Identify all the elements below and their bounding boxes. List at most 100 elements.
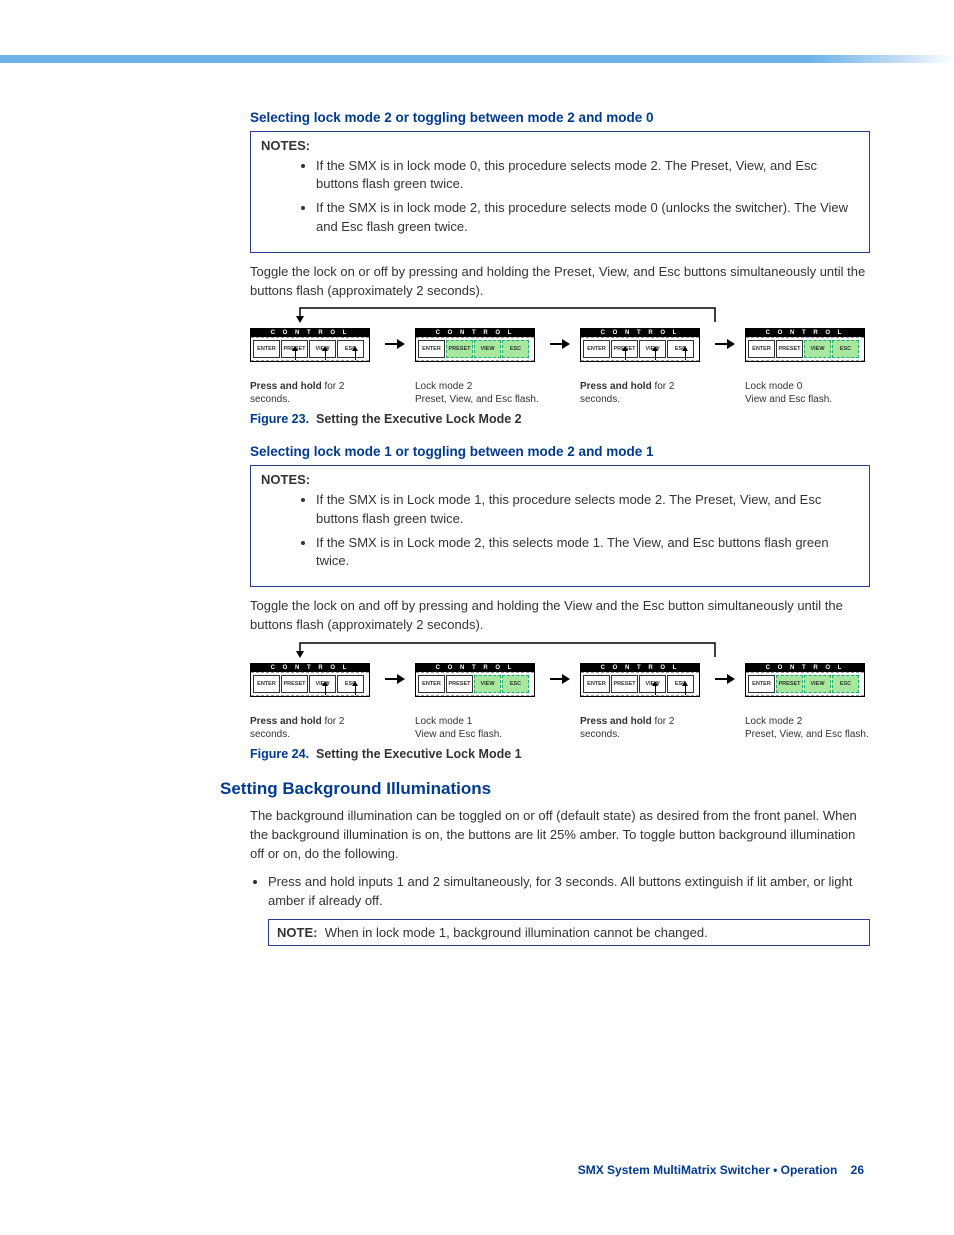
header-gradient-bar [0, 55, 954, 63]
control-label: C O N T R O L [746, 664, 864, 672]
section3-bullet-list: Press and hold inputs 1 and 2 simultaneo… [250, 873, 870, 911]
right-arrow-icon [550, 338, 570, 350]
panel-button-esc: ESC [832, 675, 859, 693]
note-text: When in lock mode 1, background illumina… [325, 925, 708, 940]
section3-note-box: NOTE: When in lock mode 1, background il… [268, 919, 870, 946]
note-item: If the SMX is in lock mode 0, this proce… [316, 157, 859, 193]
panel-button-view: VIEW [474, 675, 501, 693]
panel-button-view: VIEW [474, 340, 501, 358]
page-content: Selecting lock mode 2 or toggling betwee… [250, 110, 870, 946]
up-arrow-icon [685, 350, 686, 360]
up-arrow-icon [355, 350, 356, 360]
return-arrow-icon [300, 643, 720, 659]
figure24-diagram: C O N T R O LENTERPRESETVIEWESCPress and… [250, 645, 870, 741]
note-item: If the SMX is in lock mode 2, this proce… [316, 199, 859, 235]
diagram-step: C O N T R O LENTERPRESETVIEWESCPress and… [580, 328, 705, 406]
bullet-item: Press and hold inputs 1 and 2 simultaneo… [268, 873, 870, 911]
section2-heading: Selecting lock mode 1 or toggling betwee… [250, 444, 870, 459]
right-arrow-icon [385, 673, 405, 685]
note-item: If the SMX is in Lock mode 1, this proce… [316, 491, 859, 527]
section1-paragraph: Toggle the lock on or off by pressing an… [250, 263, 870, 301]
figure23-caption: Figure 23. Setting the Executive Lock Mo… [250, 412, 870, 426]
right-arrow-icon [715, 673, 735, 685]
section3-paragraph: The background illumination can be toggl… [250, 807, 870, 864]
figure23-diagram: C O N T R O LENTERPRESETVIEWESCPress and… [250, 310, 870, 406]
step-caption: Press and hold for 2 seconds. [580, 380, 705, 406]
section1-notes-box: NOTES: If the SMX is in lock mode 0, thi… [250, 131, 870, 253]
button-row: ENTERPRESETVIEWESC [746, 337, 864, 361]
panel-button-preset: PRESET [776, 675, 803, 693]
button-row: ENTERPRESETVIEWESC [416, 337, 534, 361]
figure-title: Setting the Executive Lock Mode 2 [316, 412, 522, 426]
diagram-step: C O N T R O LENTERPRESETVIEWESCLock mode… [415, 328, 540, 406]
notes-list: If the SMX is in lock mode 0, this proce… [261, 157, 859, 236]
up-arrows-group [250, 350, 370, 366]
panel-button-view: VIEW [804, 340, 831, 358]
control-label: C O N T R O L [746, 329, 864, 337]
step-caption: Lock mode 1 View and Esc flash. [415, 715, 540, 741]
up-arrow-icon [685, 685, 686, 695]
diagram-step: C O N T R O LENTERPRESETVIEWESCLock mode… [745, 663, 870, 741]
up-arrow-icon [655, 350, 656, 360]
up-arrows-group [580, 350, 700, 366]
control-panel: C O N T R O LENTERPRESETVIEWESC [745, 663, 865, 697]
right-arrow-icon [550, 673, 570, 685]
control-label: C O N T R O L [416, 664, 534, 672]
control-label: C O N T R O L [251, 664, 369, 672]
right-arrow-icon [715, 338, 735, 350]
up-arrow-icon [355, 685, 356, 695]
up-arrows-group [250, 685, 370, 701]
control-panel: C O N T R O LENTERPRESETVIEWESC [415, 663, 535, 697]
panel-button-enter: ENTER [748, 675, 775, 693]
diagram-step: C O N T R O LENTERPRESETVIEWESC Lock mode… [415, 663, 540, 741]
page-footer: SMX System MultiMatrix Switcher • Operat… [578, 1163, 864, 1177]
control-label: C O N T R O L [251, 329, 369, 337]
up-arrow-icon [295, 350, 296, 360]
diagram-step: C O N T R O LENTERPRESETVIEWESCPress and… [250, 328, 375, 406]
panel-button-preset: PRESET [446, 340, 473, 358]
return-arrow-icon [300, 308, 720, 324]
page-number: 26 [851, 1163, 864, 1177]
panel-button-esc: ESC [502, 340, 529, 358]
control-panel: C O N T R O LENTERPRESETVIEWESC [745, 328, 865, 362]
step-caption: Lock mode 2 Preset, View, and Esc flash. [415, 380, 540, 406]
step-caption: Press and hold for 2 seconds. [250, 380, 375, 406]
button-row: ENTERPRESETVIEWESC [416, 672, 534, 696]
panel-button-preset: PRESET [446, 675, 473, 693]
figure24-caption: Figure 24. Setting the Executive Lock Mo… [250, 747, 870, 761]
control-label: C O N T R O L [416, 329, 534, 337]
figure-title: Setting the Executive Lock Mode 1 [316, 747, 522, 761]
up-arrow-icon [625, 350, 626, 360]
panel-button-view: VIEW [804, 675, 831, 693]
section2-paragraph: Toggle the lock on and off by pressing a… [250, 597, 870, 635]
section2-notes-box: NOTES: If the SMX is in Lock mode 1, thi… [250, 465, 870, 587]
step-caption: Lock mode 2 Preset, View, and Esc flash. [745, 715, 870, 741]
control-panel: C O N T R O LENTERPRESETVIEWESC [415, 328, 535, 362]
diagram-step: C O N T R O LENTERPRESETVIEWESCPress and… [580, 663, 705, 741]
right-arrow-icon [385, 338, 405, 350]
up-arrow-icon [325, 685, 326, 695]
section1-heading: Selecting lock mode 2 or toggling betwee… [250, 110, 870, 125]
section3-heading: Setting Background Illuminations [220, 779, 870, 799]
up-arrow-icon [325, 350, 326, 360]
panel-button-esc: ESC [832, 340, 859, 358]
panel-button-preset: PRESET [776, 340, 803, 358]
notes-label: NOTES: [261, 138, 859, 153]
panel-button-esc: ESC [502, 675, 529, 693]
up-arrows-group [580, 685, 700, 701]
button-row: ENTERPRESETVIEWESC [746, 672, 864, 696]
note-label: NOTE: [277, 925, 317, 940]
step-caption: Lock mode 0 View and Esc flash. [745, 380, 870, 406]
figure-number: Figure 24. [250, 747, 309, 761]
notes-label: NOTES: [261, 472, 859, 487]
diagram-step: C O N T R O LENTERPRESETVIEWESCPress and… [250, 663, 375, 741]
footer-text: SMX System MultiMatrix Switcher • Operat… [578, 1163, 838, 1177]
control-label: C O N T R O L [581, 664, 699, 672]
up-arrow-icon [655, 685, 656, 695]
step-caption: Press and hold for 2 seconds. [250, 715, 375, 741]
panel-button-enter: ENTER [418, 340, 445, 358]
notes-list: If the SMX is in Lock mode 1, this proce… [261, 491, 859, 570]
step-caption: Press and hold for 2 seconds. [580, 715, 705, 741]
panel-button-enter: ENTER [748, 340, 775, 358]
diagram-step: C O N T R O LENTERPRESETVIEWESCLock mode… [745, 328, 870, 406]
